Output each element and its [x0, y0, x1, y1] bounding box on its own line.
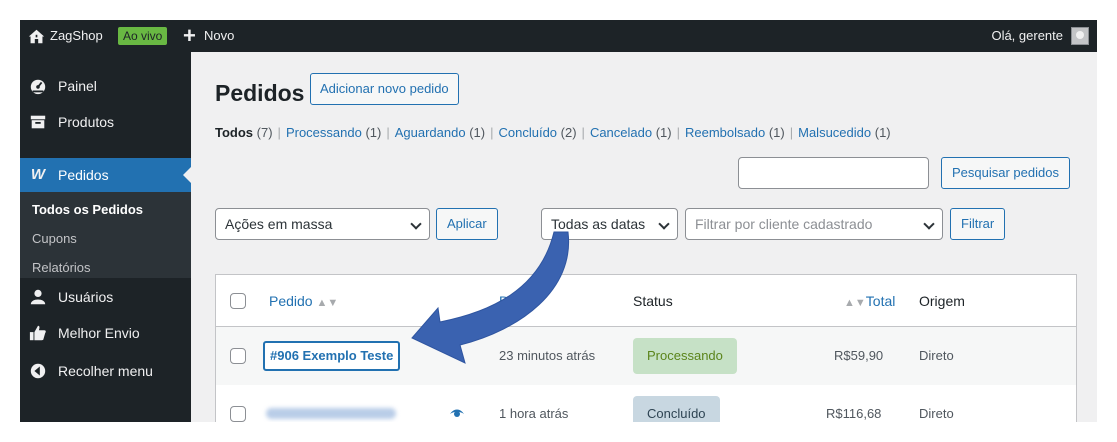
admin-sidebar: Painel Produtos W Pedidos Todos os Pedid… — [20, 52, 191, 422]
date-filter-value: Todas as datas — [551, 216, 646, 232]
column-status: Status — [633, 293, 673, 309]
live-status-badge[interactable]: Ao vivo — [118, 27, 168, 45]
sidebar-item-label: Recolher menu — [58, 363, 153, 379]
table-header: Pedido ▲▼ Data Status ▲▼Total Origem — [216, 275, 1076, 327]
apply-button[interactable]: Aplicar — [436, 208, 498, 240]
sidebar-item-label: Pedidos — [58, 167, 109, 183]
chevron-down-icon — [410, 218, 422, 230]
chevron-down-icon — [658, 218, 670, 230]
sidebar-item-produtos[interactable]: Produtos — [20, 105, 191, 139]
filter-button[interactable]: Filtrar — [950, 208, 1006, 240]
table-row[interactable]: #906 Exemplo Teste 23 minutos atrás Proc… — [216, 327, 1076, 385]
sidebar-item-label: Painel — [58, 78, 97, 94]
site-name-link[interactable]: ZagShop — [50, 28, 103, 44]
sidebar-item-usuarios[interactable]: Usuários — [20, 280, 191, 314]
sidebar-item-label: Usuários — [58, 289, 114, 305]
sidebar-item-label: Produtos — [58, 114, 115, 130]
order-total: R$116,68 — [826, 406, 882, 421]
order-date: 23 minutos atrás — [499, 348, 596, 363]
bulk-actions-value: Ações em massa — [225, 216, 333, 232]
submenu-item-reports[interactable]: Relatórios — [32, 259, 91, 277]
status-filter-pending[interactable]: Aguardando — [395, 125, 466, 140]
user-greeting[interactable]: Olá, gerente — [991, 28, 1063, 44]
admin-bar: ZagShop Ao vivo + Novo Olá, gerente — [20, 20, 1097, 52]
plus-icon[interactable]: + — [183, 25, 196, 47]
home-icon[interactable] — [28, 28, 45, 45]
orders-table: Pedido ▲▼ Data Status ▲▼Total Origem #90… — [215, 274, 1077, 422]
page-title: Pedidos — [215, 80, 305, 106]
row-checkbox[interactable] — [230, 348, 246, 364]
status-badge: Concluído — [633, 396, 720, 422]
collapse-icon — [30, 363, 46, 379]
column-order[interactable]: Pedido ▲▼ — [269, 292, 338, 312]
sidebar-item-label: Melhor Envio — [58, 325, 140, 341]
search-orders-input[interactable] — [738, 157, 929, 189]
sort-icon: ▲▼ — [844, 297, 866, 309]
status-filter-failed[interactable]: Malsucedido — [798, 125, 871, 140]
user-icon — [30, 289, 46, 305]
preview-eye-icon[interactable] — [450, 409, 464, 418]
sidebar-item-melhor-envio[interactable]: Melhor Envio — [20, 316, 191, 350]
status-filter-all[interactable]: Todos (7) — [215, 125, 273, 140]
submenu-item-coupons[interactable]: Cupons — [32, 230, 77, 248]
column-origin: Origem — [919, 293, 965, 309]
order-link-blurred[interactable] — [266, 408, 396, 419]
status-filter-refunded[interactable]: Reembolsado — [685, 125, 765, 140]
avatar[interactable] — [1071, 27, 1089, 45]
status-filter-processing[interactable]: Processando — [286, 125, 362, 140]
sort-icon: ▲▼ — [316, 297, 339, 309]
new-content-link[interactable]: Novo — [204, 28, 234, 44]
table-row[interactable]: 1 hora atrás Concluído R$116,68 Direto — [216, 385, 1076, 422]
status-filter-links: Todos (7) | Processando (1) | Aguardando (1)… — [215, 125, 891, 140]
orders-submenu: Todos os Pedidos Cupons Relatórios — [20, 192, 191, 278]
order-date: 1 hora atrás — [499, 406, 569, 421]
main-content: Pedidos Adicionar novo pedido Todos (7) |… — [191, 52, 1097, 422]
collapse-menu-button[interactable]: Recolher menu — [20, 354, 191, 388]
dashboard-icon — [30, 79, 46, 95]
row-checkbox[interactable] — [230, 406, 246, 422]
order-origin: Direto — [919, 348, 954, 363]
wp-admin-window: ZagShop Ao vivo + Novo Olá, gerente Pain… — [20, 20, 1097, 422]
status-filter-cancelled[interactable]: Cancelado — [590, 125, 652, 140]
chevron-down-icon — [923, 218, 935, 230]
archive-icon — [30, 115, 46, 129]
search-orders-button[interactable]: Pesquisar pedidos — [941, 157, 1070, 189]
date-filter-select[interactable]: Todas as datas — [541, 208, 678, 240]
order-origin: Direto — [919, 406, 954, 421]
submenu-item-all-orders[interactable]: Todos os Pedidos — [32, 201, 143, 219]
customer-filter-select[interactable]: Filtrar por cliente cadastrado — [685, 208, 943, 240]
order-total: R$59,90 — [834, 348, 884, 363]
sidebar-item-painel[interactable]: Painel — [20, 69, 191, 103]
add-new-order-button[interactable]: Adicionar novo pedido — [310, 73, 459, 105]
column-total[interactable]: ▲▼Total — [844, 292, 895, 312]
status-filter-completed[interactable]: Concluído — [498, 125, 557, 140]
status-badge: Processando — [633, 338, 737, 374]
sidebar-item-pedidos[interactable]: W Pedidos — [20, 158, 191, 192]
customer-filter-placeholder: Filtrar por cliente cadastrado — [695, 216, 873, 232]
bulk-actions-select[interactable]: Ações em massa — [215, 208, 430, 240]
thumbs-up-icon — [29, 325, 46, 341]
woocommerce-icon: W — [30, 166, 46, 183]
column-date[interactable]: Data — [499, 292, 529, 310]
order-link[interactable]: #906 Exemplo Teste — [263, 341, 401, 371]
select-all-checkbox[interactable] — [230, 293, 246, 309]
